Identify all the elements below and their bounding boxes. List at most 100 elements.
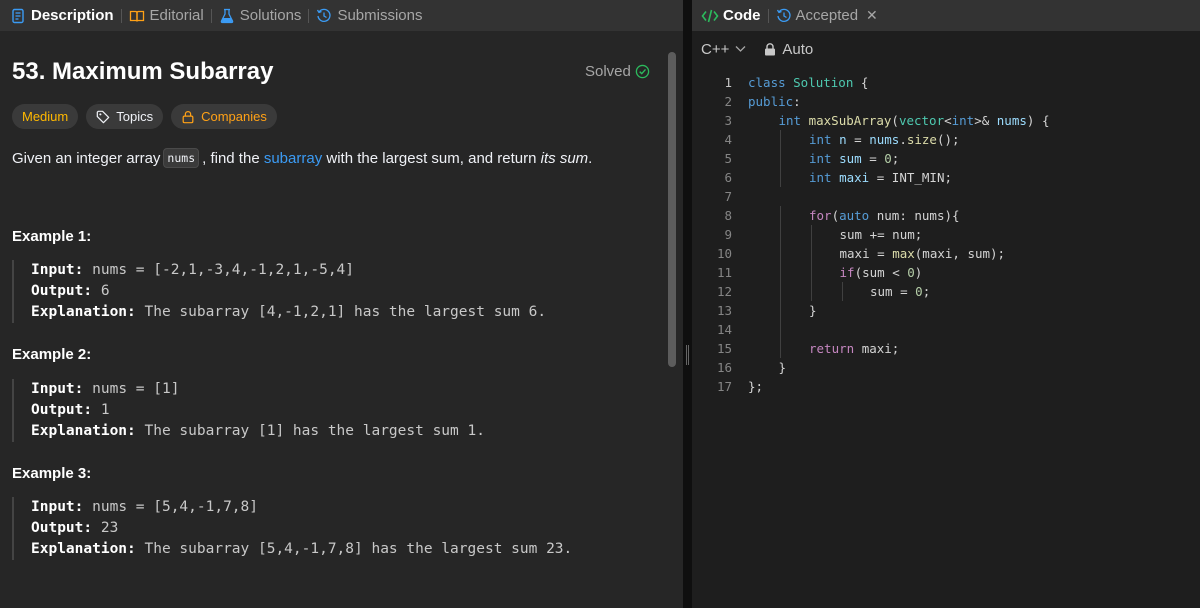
companies-button[interactable]: Companies [171, 104, 277, 129]
line-number: 17 [716, 379, 732, 394]
panel-resize-handle[interactable] [683, 0, 692, 608]
desc-text: Given an integer array [12, 149, 161, 167]
problem-tags: Medium Topics Companies [12, 104, 285, 129]
code-line: 14 [692, 320, 1200, 339]
solved-label: Solved [585, 63, 631, 80]
tab-solutions[interactable]: Solutions [219, 0, 302, 31]
tab-editorial[interactable]: Editorial [129, 0, 204, 31]
code-line: 17}; [692, 377, 1200, 396]
example-explanation: The subarray [1] has the largest sum 1. [144, 423, 485, 439]
output-label: Output: [31, 402, 93, 418]
code-line: 3 int maxSubArray(vector<int>& nums) { [692, 111, 1200, 130]
description-scrollbar[interactable] [668, 52, 676, 367]
code-text: class Solution { [748, 75, 869, 90]
chevron-down-icon [735, 46, 746, 52]
indent-guide [811, 225, 812, 244]
line-number: 5 [724, 151, 732, 166]
tab-description-label: Description [31, 7, 114, 24]
line-number: 7 [724, 189, 732, 204]
code-text: int sum = 0; [809, 151, 900, 166]
example-explanation: The subarray [5,4,-1,7,8] has the larges… [144, 541, 573, 557]
code-line: 5 int sum = 0; [692, 149, 1200, 168]
indent-guide [780, 206, 781, 225]
subarray-link[interactable]: subarray [264, 150, 322, 167]
code-text: if(sum < 0) [839, 265, 923, 280]
line-number: 14 [716, 322, 732, 337]
problem-title[interactable]: 53. Maximum Subarray [12, 58, 273, 86]
code-text: public: [748, 94, 801, 109]
tab-separator [210, 8, 212, 23]
code-line: 11 if(sum < 0) [692, 263, 1200, 282]
indent-guide [780, 282, 781, 301]
indent-guide [780, 168, 781, 187]
indent-guide [780, 149, 781, 168]
code-text: } [778, 360, 787, 375]
history-icon [316, 8, 332, 24]
description-panel: Description Editorial Solutions Submissi… [0, 0, 683, 608]
code-text: int n = nums.size(); [809, 132, 960, 147]
line-number: 4 [724, 132, 732, 147]
code-text: int maxSubArray(vector<int>& nums) { [778, 113, 1050, 128]
code-panel: Code Accepted ✕ C++ Auto 1 class Solution… [692, 0, 1200, 608]
example-input: nums = [5,4,-1,7,8] [92, 499, 258, 515]
code-line: 10 maxi = max(maxi, sum); [692, 244, 1200, 263]
line-number: 1 [724, 75, 732, 90]
indent-guide [811, 244, 812, 263]
line-number: 3 [724, 113, 732, 128]
tab-editorial-label: Editorial [149, 7, 204, 24]
tab-accepted-label: Accepted [795, 7, 859, 24]
code-line: 15 return maxi; [692, 339, 1200, 358]
topics-button[interactable]: Topics [86, 104, 164, 129]
code-line: 7 [692, 187, 1200, 206]
code-icon [701, 8, 719, 24]
tab-submissions[interactable]: Submissions [316, 0, 422, 31]
explanation-label: Explanation: [31, 304, 136, 320]
solved-status: Solved [585, 63, 650, 80]
line-number: 13 [716, 303, 732, 318]
mode-label: Auto [782, 40, 814, 58]
editor-toolbar: C++ Auto [692, 31, 1200, 67]
example-title: Example 2: [12, 346, 92, 363]
language-select[interactable]: C++ [701, 41, 746, 58]
close-icon[interactable]: ✕ [866, 7, 878, 24]
line-number: 8 [724, 208, 732, 223]
code-line: 2 public: [692, 92, 1200, 111]
line-number: 11 [716, 265, 732, 280]
indent-guide [780, 263, 781, 282]
indent-guide [811, 263, 812, 282]
book-icon [129, 8, 145, 24]
problem-description: Given an integer array nums , find the s… [12, 148, 592, 168]
lock-icon [765, 42, 776, 55]
indent-guide [780, 130, 781, 149]
example-block: Input: nums = [1] Output: 1 Explanation:… [12, 379, 652, 442]
output-label: Output: [31, 283, 93, 299]
companies-label: Companies [201, 109, 267, 124]
code-line: 8 for(auto num: nums){ [692, 206, 1200, 225]
language-label: C++ [701, 40, 730, 58]
tab-description[interactable]: Description [10, 0, 114, 31]
tab-separator [120, 8, 122, 23]
line-number: 6 [724, 170, 732, 185]
example-input: nums = [-2,1,-3,4,-1,2,1,-5,4] [92, 262, 355, 278]
example-output: 6 [100, 283, 110, 299]
line-number: 16 [716, 360, 732, 375]
code-line: 4 int n = nums.size(); [692, 130, 1200, 149]
code-editor[interactable]: 1 class Solution { 2 public: 3 int maxSubArra… [692, 73, 1200, 396]
tab-solutions-label: Solutions [239, 7, 302, 24]
tab-code[interactable]: Code [701, 7, 761, 24]
code-line: 13} [692, 301, 1200, 320]
code-text: sum = 0; [870, 284, 931, 299]
example-block: Input: nums = [-2,1,-3,4,-1,2,1,-5,4] Ou… [12, 260, 652, 323]
desc-text: with the largest sum, and return [326, 149, 537, 167]
lock-icon [182, 110, 194, 123]
tag-icon [96, 110, 110, 123]
output-label: Output: [31, 520, 93, 536]
difficulty-badge[interactable]: Medium [12, 104, 79, 129]
tab-separator [767, 8, 769, 23]
example-explanation: The subarray [4,-1,2,1] has the largest … [144, 304, 547, 320]
auto-mode-indicator[interactable]: Auto [764, 41, 813, 58]
code-line: 9 sum += num; [692, 225, 1200, 244]
tab-accepted[interactable]: Accepted ✕ [776, 7, 878, 24]
tab-submissions-label: Submissions [337, 7, 423, 24]
desc-text: . [588, 149, 593, 167]
